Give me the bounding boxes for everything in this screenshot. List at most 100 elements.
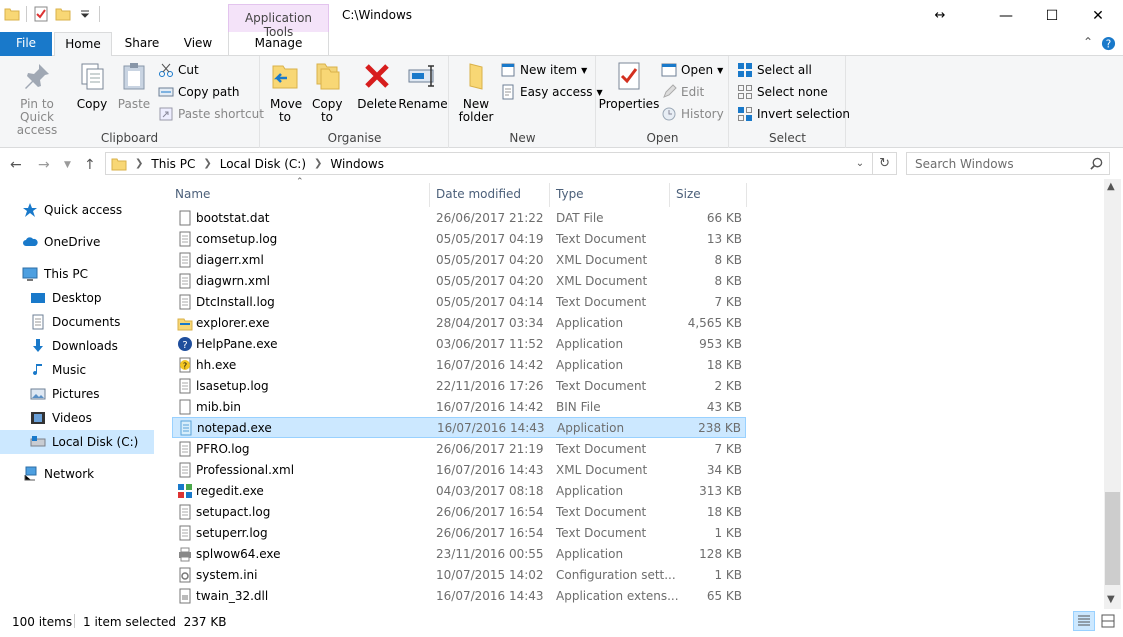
file-size: 65 KB [706,588,742,603]
nav-item-label: Quick access [44,203,123,217]
nav-item-music[interactable]: Music [26,358,86,382]
tab-view[interactable]: View [172,32,224,56]
breadcrumb-separator[interactable]: ❯ [135,158,143,169]
column-header-date[interactable]: Date modified [436,183,521,207]
file-row[interactable]: twain_32.dll 16/07/2016 14:43 Application … [172,585,746,606]
address-bar[interactable]: ❯ This PC ❯ Local Disk (C:) ❯ Windows ⌄ … [105,152,897,175]
cut-button[interactable]: Cut [158,62,199,78]
nav-item-this-pc[interactable]: This PC [18,262,88,286]
file-row[interactable]: setuperr.log 26/06/2017 16:54 Text Documen… [172,522,746,543]
edit-button[interactable]: Edit [661,84,704,100]
nav-item-documents[interactable]: Documents [26,310,120,334]
file-type: Text Document [556,378,647,393]
help-icon[interactable]: ? [1101,36,1116,51]
properties-button[interactable]: Properties [599,60,659,111]
breadcrumb-windows[interactable]: Windows [330,157,384,171]
paste-shortcut-button[interactable]: Paste shortcut [158,106,264,122]
tab-manage[interactable]: Manage [228,32,329,56]
folder-icon[interactable] [4,6,20,22]
maximize-button[interactable]: ☐ [1029,0,1075,31]
copy-path-icon [158,87,174,97]
file-row[interactable]: comsetup.log 05/05/2017 04:19 Text Documen… [172,228,746,249]
nav-item-network[interactable]: Network [18,462,94,486]
file-row[interactable]: DtcInstall.log 05/05/2017 04:14 Text Docum… [172,291,746,312]
invert-selection-button[interactable]: Invert selection [737,106,850,122]
collapse-ribbon-icon[interactable]: ⌃ [1083,35,1093,49]
breadcrumb-local-disk[interactable]: Local Disk (C:) [220,157,306,171]
column-divider[interactable] [669,183,670,207]
breadcrumb-separator[interactable]: ❯ [314,158,322,169]
forward-button[interactable]: → [38,157,50,173]
file-row[interactable]: notepad.exe 16/07/2016 14:43 Application 23… [172,417,746,438]
nav-item-videos[interactable]: Videos [26,406,92,430]
nav-item-pictures[interactable]: Pictures [26,382,100,406]
breadcrumb-separator[interactable]: ❯ [203,158,211,169]
scroll-up-icon[interactable]: ▲ [1107,181,1115,192]
nav-item-desktop[interactable]: Desktop [26,286,102,310]
file-row[interactable]: system.ini 10/07/2015 14:02 Configuration … [172,564,746,585]
select-all-button[interactable]: Select all [737,62,812,78]
column-divider[interactable] [429,183,430,207]
up-button[interactable]: ↑ [84,157,96,173]
paste-button[interactable]: Paste [116,60,152,111]
close-button[interactable]: ✕ [1075,0,1121,31]
vertical-scrollbar[interactable]: ▲ ▼ [1104,179,1121,609]
column-header-name[interactable]: Name [175,183,210,207]
refresh-icon[interactable]: ↻ [879,156,890,171]
column-divider[interactable] [746,183,747,207]
move-to-button[interactable]: Move to [267,60,303,124]
file-row[interactable]: bootstat.dat 26/06/2017 21:22 DAT File 66 K… [172,207,746,228]
large-icons-view-icon[interactable] [1101,614,1115,628]
nav-item-quick-access[interactable]: Quick access [18,198,122,222]
details-view-icon[interactable] [1077,614,1091,628]
tab-share[interactable]: Share [114,32,170,56]
file-row[interactable]: Professional.xml 16/07/2016 14:43 XML Docu… [172,459,746,480]
nav-item-downloads[interactable]: Downloads [26,334,118,358]
copy-button[interactable]: Copy [74,60,110,111]
tab-home[interactable]: Home [54,32,112,57]
nav-item-local-disk[interactable]: Local Disk (C:) [0,430,154,454]
copy-path-button[interactable]: Copy path [158,84,240,100]
file-row[interactable]: mib.bin 16/07/2016 14:42 BIN File 43 KB [172,396,746,417]
back-button[interactable]: ← [10,157,22,173]
file-date: 26/06/2017 16:54 [436,504,544,519]
minimize-button[interactable]: — [983,0,1029,31]
recent-locations-button[interactable]: ▼ [64,160,71,170]
file-row[interactable]: ? HelpPane.exe 03/06/2017 11:52 Application… [172,333,746,354]
file-row[interactable]: diagwrn.xml 05/05/2017 04:20 XML Document 8… [172,270,746,291]
file-row[interactable]: PFRO.log 26/06/2017 21:19 Text Document 7 K… [172,438,746,459]
delete-button[interactable]: Delete [357,60,397,111]
file-row[interactable]: explorer.exe 28/04/2017 03:34 Application 4… [172,312,746,333]
search-input[interactable]: Search Windows [906,152,1110,175]
file-row[interactable]: lsasetup.log 22/11/2016 17:26 Text Documen… [172,375,746,396]
column-header-type[interactable]: Type [556,183,584,207]
file-row[interactable]: setupact.log 26/06/2017 16:54 Text Documen… [172,501,746,522]
breadcrumb-this-pc[interactable]: This PC [151,157,195,171]
file-row[interactable]: regedit.exe 04/03/2017 08:18 Application 31… [172,480,746,501]
open-button[interactable]: Open ▼ [661,62,723,78]
column-header-size[interactable]: Size [676,183,701,207]
easy-access-button[interactable]: Easy access ▼ [500,84,603,100]
download-icon [33,339,43,352]
nav-item-onedrive[interactable]: OneDrive [18,230,100,254]
address-dropdown-icon[interactable]: ⌄ [856,158,864,169]
customize-toolbar-icon[interactable] [77,6,93,22]
properties-icon[interactable] [33,6,49,22]
pin-to-quick-access-button[interactable]: Pin to Quick access [4,60,70,137]
new-folder-button[interactable]: New folder [456,60,496,124]
tab-file[interactable]: File [0,32,52,56]
file-row[interactable]: diagerr.xml 05/05/2017 04:20 XML Document 8… [172,249,746,270]
scissors-icon [159,63,173,77]
file-row[interactable]: splwow64.exe 23/11/2016 00:55 Application 1… [172,543,746,564]
scrollbar-thumb[interactable] [1105,492,1120,585]
history-button[interactable]: History [661,106,724,122]
scroll-down-icon[interactable]: ▼ [1107,594,1115,605]
copy-to-button[interactable]: Copy to [309,60,345,124]
new-folder-icon[interactable] [55,6,71,22]
file-row[interactable]: ? hh.exe 16/07/2016 14:42 Application 18 KB [172,354,746,375]
rename-button[interactable]: Rename [398,60,448,111]
file-type: Text Document [556,231,647,246]
select-none-button[interactable]: Select none [737,84,828,100]
new-item-button[interactable]: New item ▼ [500,62,587,78]
column-divider[interactable] [549,183,550,207]
